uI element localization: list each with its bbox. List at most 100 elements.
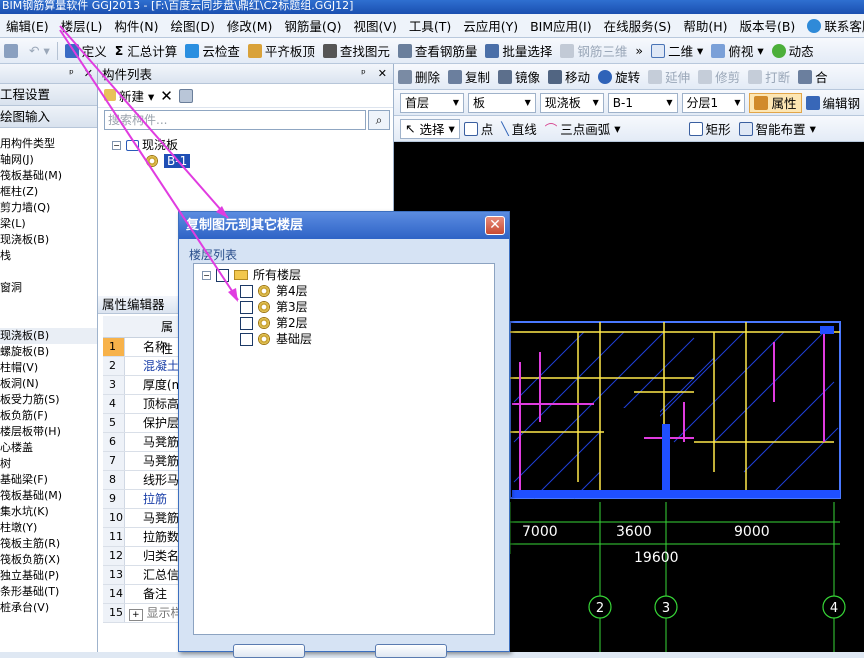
layer-select[interactable]: 分层1▼ [682, 93, 746, 113]
smart-layout-button[interactable]: 智能布置 ▾ [735, 118, 820, 140]
tree-item[interactable]: 板受力筋(S) [0, 392, 97, 408]
property-row[interactable]: 9拉筋 [103, 490, 183, 509]
property-row[interactable]: 3厚度(m [103, 376, 183, 395]
property-row[interactable]: 12归类名 [103, 547, 183, 566]
tree-item[interactable]: 心楼盖 [0, 440, 97, 456]
break-button[interactable]: 打断 [744, 66, 794, 88]
menu-bim[interactable]: BIM应用(I) [524, 16, 598, 35]
menu-view[interactable]: 视图(V) [348, 16, 403, 35]
component-tree-child[interactable]: B-1 [146, 154, 190, 168]
merge-button[interactable]: 合 [794, 66, 832, 88]
save-button[interactable] [0, 40, 25, 62]
rebar-3d-button[interactable]: 钢筋三维 [556, 40, 631, 62]
expand-icon[interactable]: + [129, 609, 143, 621]
tree-item[interactable]: 树 [0, 456, 97, 472]
property-row[interactable]: 13汇总信 [103, 566, 183, 585]
property-row[interactable]: 8线形马 [103, 471, 183, 490]
menu-modify[interactable]: 修改(M) [221, 16, 279, 35]
checkbox[interactable] [240, 285, 253, 298]
tree-item[interactable]: 筏板基础(M) [0, 488, 97, 504]
tree-item[interactable]: 条形基础(T) [0, 584, 97, 600]
tree-item[interactable]: 现浇板(B) [0, 232, 97, 248]
property-row[interactable]: 14备注 [103, 585, 183, 604]
property-row[interactable]: 15+显示样 [103, 604, 183, 623]
component-select[interactable]: B-1▼ [608, 93, 678, 113]
view-2d-dropdown[interactable]: 二维 ▾ [647, 40, 707, 62]
checkbox[interactable] [240, 301, 253, 314]
property-row[interactable]: 6马凳筋 [103, 433, 183, 452]
tree-item[interactable]: 窗洞 [0, 280, 97, 296]
menu-help[interactable]: 帮助(H) [677, 16, 733, 35]
menu-floor[interactable]: 楼层(L) [55, 16, 109, 35]
tree-item[interactable]: 基础梁(F) [0, 472, 97, 488]
drawing-input-section[interactable]: 绘图输入 [0, 106, 97, 128]
cancel-button[interactable] [375, 644, 447, 658]
property-toggle-button[interactable]: 属性 [749, 93, 801, 113]
property-row[interactable]: 11拉筋数 [103, 528, 183, 547]
floor-select[interactable]: 首层▼ [400, 93, 464, 113]
tree-item[interactable]: 剪力墙(Q) [0, 200, 97, 216]
tree-item[interactable]: 用构件类型 [0, 136, 97, 152]
property-row[interactable]: 4顶标高 [103, 395, 183, 414]
select-tool-button[interactable]: ↖ 选择 ▾ [400, 119, 460, 139]
pin-icon[interactable]: ᵖ [69, 67, 74, 80]
new-component-button[interactable]: 新建 ▾ [104, 86, 154, 105]
tree-item[interactable]: 板负筋(F) [0, 408, 97, 424]
confirm-button[interactable] [233, 644, 305, 658]
tree-item[interactable]: 独立基础(P) [0, 568, 97, 584]
component-search-input[interactable]: 搜索构件... [104, 110, 366, 130]
copy-component-icon[interactable] [179, 89, 193, 103]
tree-item[interactable]: 楼层板带(H) [0, 424, 97, 440]
tree-item-selected[interactable]: 现浇板(B) [0, 328, 97, 344]
find-element-button[interactable]: 查找图元 [319, 40, 394, 62]
menu-rebar-quantity[interactable]: 钢筋量(Q) [278, 16, 347, 35]
property-row[interactable]: 7马凳筋 [103, 452, 183, 471]
tree-item[interactable]: 栈 [0, 248, 97, 264]
edit-rebar-button[interactable]: 编辑钢 [802, 92, 864, 114]
menu-online[interactable]: 在线服务(S) [598, 16, 678, 35]
view-mode-dropdown[interactable]: 俯视 ▾ [707, 40, 767, 62]
floor-item[interactable]: 第2层 [240, 316, 308, 330]
checkbox[interactable] [240, 333, 253, 346]
floor-root-item[interactable]: −所有楼层 [202, 268, 301, 282]
cloud-check-button[interactable]: 云检查 [181, 40, 244, 62]
checkbox[interactable] [240, 317, 253, 330]
rect-tool-button[interactable]: 矩形 [685, 118, 735, 140]
extend-button[interactable]: 延伸 [644, 66, 694, 88]
tree-item[interactable]: 集水坑(K) [0, 504, 97, 520]
floor-item[interactable]: 第3层 [240, 300, 308, 314]
menu-version[interactable]: 版本号(B) [733, 16, 801, 35]
property-row[interactable]: 5保护层 [103, 414, 183, 433]
tree-item[interactable]: 梁(L) [0, 216, 97, 232]
batch-select-button[interactable]: 批量选择 [481, 40, 556, 62]
line-tool-button[interactable]: ╲直线 [497, 118, 541, 140]
tree-item[interactable]: 板洞(N) [0, 376, 97, 392]
collapse-icon[interactable]: − [112, 141, 121, 150]
toolbar-overflow[interactable]: » [631, 40, 647, 62]
tree-item[interactable] [0, 312, 97, 328]
point-tool-button[interactable]: 点 [460, 118, 498, 140]
search-icon[interactable]: ⌕ [368, 110, 390, 130]
summary-calc-button[interactable]: Σ汇总计算 [111, 40, 182, 62]
undo-button[interactable]: ↶ ▾ [25, 40, 54, 62]
collapse-icon[interactable]: − [202, 271, 211, 280]
tree-item[interactable]: 框柱(Z) [0, 184, 97, 200]
tree-item[interactable]: 筏板主筋(R) [0, 536, 97, 552]
move-button[interactable]: 移动 [544, 66, 594, 88]
menu-draw[interactable]: 绘图(D) [164, 16, 220, 35]
menu-tools[interactable]: 工具(T) [403, 16, 457, 35]
tree-item[interactable]: 柱墩(Y) [0, 520, 97, 536]
property-row[interactable]: 10马凳筋 [103, 509, 183, 528]
checkbox[interactable] [216, 269, 229, 282]
project-settings-section[interactable]: 工程设置 [0, 84, 97, 106]
mirror-button[interactable]: 镜像 [494, 66, 544, 88]
menu-cloud[interactable]: 云应用(Y) [457, 16, 524, 35]
view-rebar-button[interactable]: 查看钢筋量 [394, 40, 482, 62]
type-select[interactable]: 板▼ [468, 93, 536, 113]
floor-item[interactable]: 基础层 [240, 332, 312, 346]
subtype-select[interactable]: 现浇板▼ [540, 93, 604, 113]
floor-item[interactable]: 第4层 [240, 284, 308, 298]
tree-item[interactable]: 轴网(J) [0, 152, 97, 168]
tree-item[interactable] [0, 296, 97, 312]
tree-item[interactable]: 桩承台(V) [0, 600, 97, 616]
